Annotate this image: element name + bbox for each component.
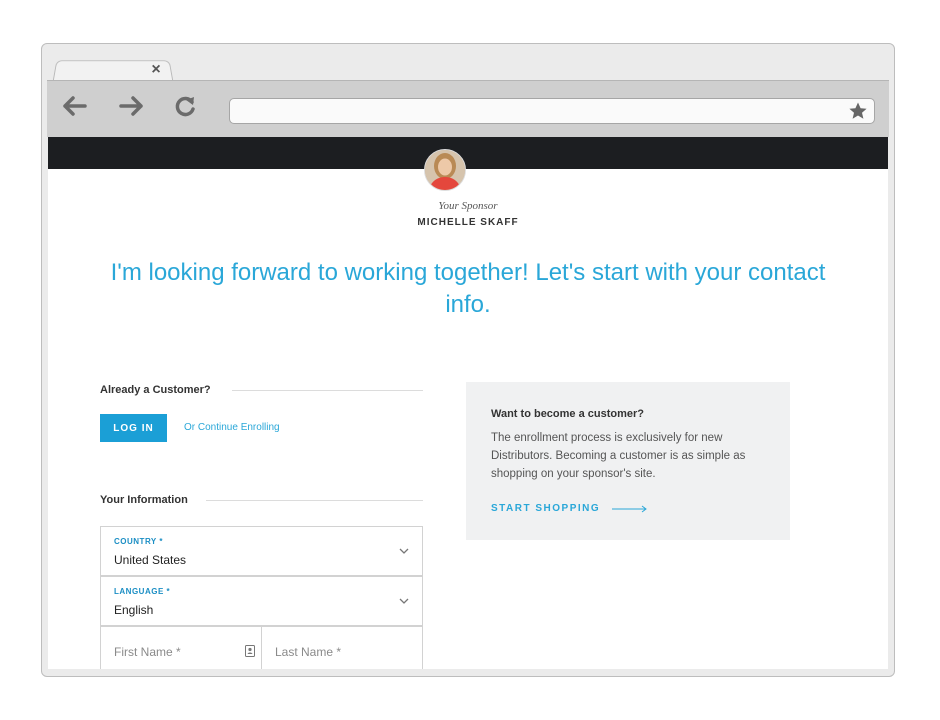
last-name-field[interactable]: Last Name * [261, 626, 423, 669]
log-in-button[interactable]: LOG IN [100, 414, 167, 442]
become-customer-panel: Want to become a customer? The enrollmen… [466, 382, 790, 540]
sponsor-label: Your Sponsor [438, 200, 498, 212]
country-label: COUNTRY * [114, 537, 163, 546]
continue-enrolling-link[interactable]: Or Continue Enrolling [184, 422, 280, 433]
last-name-placeholder: Last Name * [275, 645, 342, 659]
forward-arrow-icon[interactable] [115, 89, 149, 123]
address-bar[interactable] [229, 98, 875, 124]
contact-card-icon[interactable] [245, 645, 255, 657]
info-box-title: Want to become a customer? [491, 408, 645, 420]
country-select[interactable]: COUNTRY * United States [100, 526, 423, 576]
section-divider [232, 390, 423, 391]
back-arrow-icon[interactable] [57, 89, 91, 123]
long-arrow-right-icon [612, 505, 647, 512]
refresh-icon[interactable] [168, 89, 202, 123]
already-customer-title: Already a Customer? [100, 384, 211, 396]
your-information-title: Your Information [100, 494, 188, 506]
start-shopping-label: START SHOPPING [491, 503, 601, 514]
first-name-field[interactable]: First Name * [100, 626, 262, 669]
language-value: English [114, 603, 154, 617]
chevron-down-icon [399, 548, 409, 554]
first-name-placeholder: First Name * [114, 645, 181, 659]
language-label: LANGUAGE * [114, 587, 171, 596]
section-divider [206, 500, 423, 501]
tab-close-icon[interactable]: × [146, 60, 166, 80]
info-box-body: The enrollment process is exclusively fo… [491, 432, 746, 480]
country-value: United States [114, 553, 187, 567]
page-viewport: Your Sponsor MICHELLE SKAFF I'm looking … [48, 137, 888, 669]
language-select[interactable]: LANGUAGE * English [100, 576, 423, 626]
star-icon[interactable] [848, 101, 868, 121]
sponsor-name: MICHELLE SKAFF [417, 217, 519, 228]
start-shopping-link[interactable]: START SHOPPING [491, 503, 648, 514]
site-header-bar [48, 137, 888, 169]
chevron-down-icon [399, 598, 409, 604]
sponsor-avatar [424, 149, 466, 191]
browser-window: × Your Sponsor MICHELLE SKAFF I'm lookin… [41, 43, 895, 677]
page-headline: I'm looking forward to working together!… [110, 259, 826, 318]
browser-toolbar [47, 80, 889, 137]
